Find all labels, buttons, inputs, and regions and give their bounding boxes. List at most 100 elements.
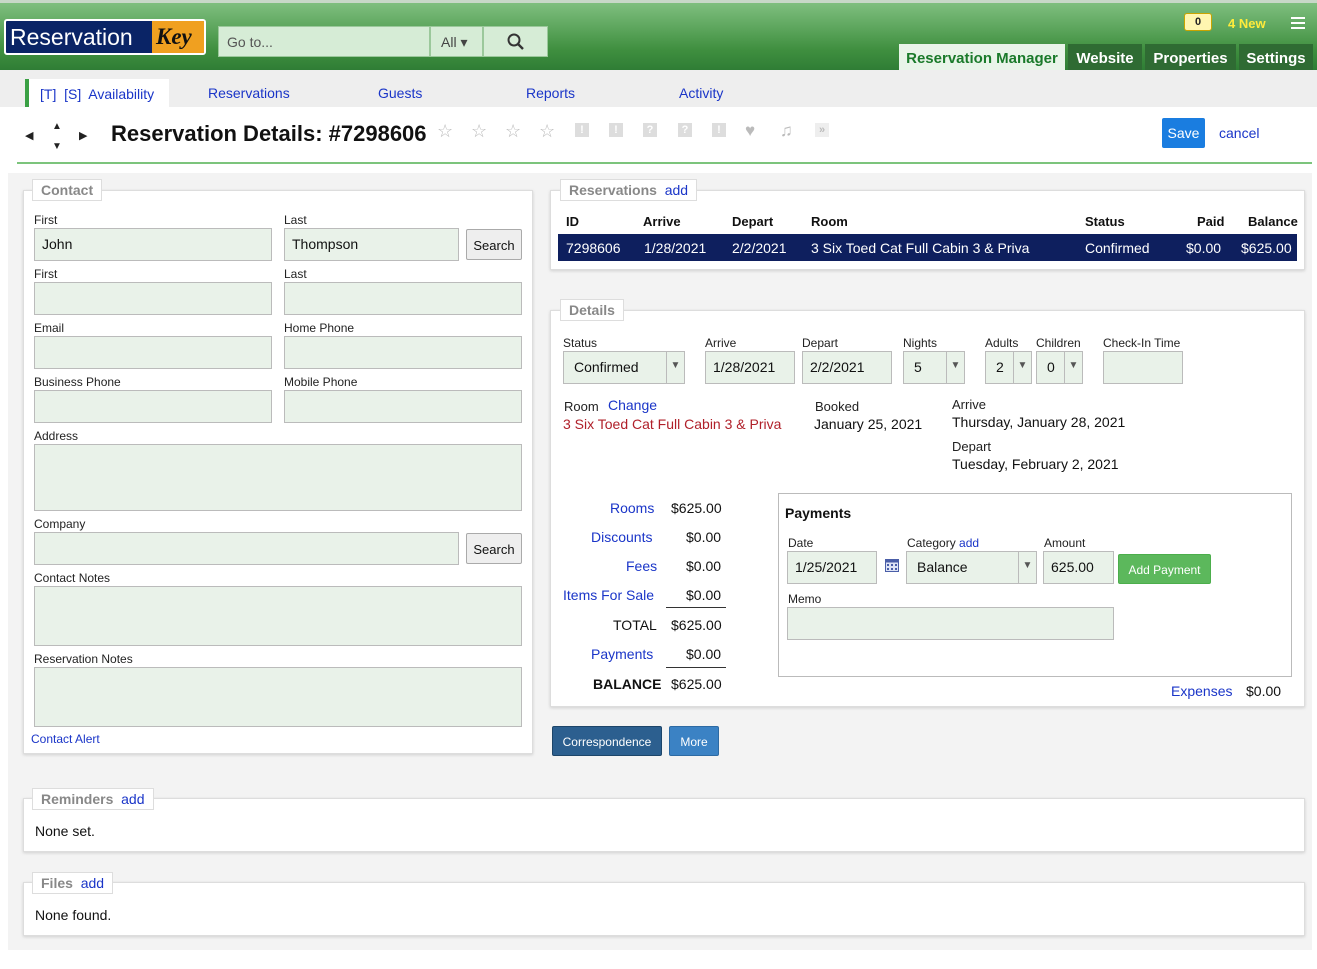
reminders-text: None set.	[35, 823, 95, 839]
calendar-icon[interactable]	[885, 558, 899, 572]
children-select[interactable]: 0 ▼	[1036, 351, 1083, 384]
last-name-input[interactable]: Thompson	[284, 228, 459, 261]
subnav-guests[interactable]: Guests	[378, 85, 422, 101]
down-arrow-icon[interactable]: ▼	[52, 141, 62, 152]
memo-input[interactable]	[787, 607, 1114, 640]
items-for-sale-link[interactable]: Items For Sale	[563, 587, 654, 603]
cell-status: Confirmed	[1085, 240, 1150, 256]
search-button[interactable]	[483, 26, 548, 57]
discounts-link[interactable]: Discounts	[591, 529, 652, 545]
subnav-reservations[interactable]: Reservations	[208, 85, 290, 101]
first-name2-input[interactable]	[34, 282, 272, 315]
forward-icon[interactable]: »	[815, 123, 829, 137]
fees-link[interactable]: Fees	[626, 558, 657, 574]
goto-input[interactable]: Go to...	[218, 26, 430, 57]
star-icon[interactable]: ☆	[539, 121, 555, 142]
tab-settings[interactable]: Settings	[1239, 44, 1313, 73]
last-name2-input[interactable]	[284, 282, 522, 315]
contact-notes-label: Contact Notes	[34, 571, 111, 585]
depart-long-label: Depart	[952, 439, 992, 454]
notification-icon[interactable]: 0	[1184, 13, 1212, 31]
depart-input[interactable]: 2/2/2021	[802, 351, 892, 384]
category-select[interactable]: Balance ▼	[906, 551, 1037, 584]
music-icon[interactable]: ♫	[780, 121, 793, 141]
new-count-link[interactable]: 4 New	[1228, 16, 1266, 31]
adults-select[interactable]: 2 ▼	[985, 351, 1032, 384]
payment-date-input[interactable]: 1/25/2021	[787, 551, 877, 584]
subnav-availability[interactable]: [T] [S] Availability	[40, 86, 154, 102]
col-balance: Balance	[1248, 214, 1298, 229]
save-button[interactable]: Save	[1162, 118, 1205, 148]
tab-reservation-manager[interactable]: Reservation Manager	[899, 44, 1065, 73]
star-icon[interactable]: ☆	[437, 121, 453, 142]
contact-search-button[interactable]: Search	[466, 229, 522, 260]
arrive-label: Arrive	[705, 336, 737, 350]
contact-notes-textarea[interactable]	[34, 586, 522, 646]
room-change-link[interactable]: Change	[608, 397, 657, 413]
mobile-phone-label: Mobile Phone	[284, 375, 358, 389]
question-icon[interactable]: ?	[678, 123, 692, 137]
alert-icon[interactable]: !	[575, 123, 589, 137]
correspondence-button[interactable]: Correspondence	[552, 726, 662, 756]
tab-website[interactable]: Website	[1068, 44, 1142, 73]
first-name-input[interactable]: John	[34, 228, 272, 261]
scope-dropdown[interactable]: All ▾	[430, 26, 483, 57]
reservation-notes-textarea[interactable]	[34, 667, 522, 727]
table-row[interactable]: 7298606 1/28/2021 2/2/2021 3 Six Toed Ca…	[558, 234, 1297, 261]
reservations-add-link[interactable]: add	[665, 182, 688, 198]
nights-select[interactable]: 5 ▼	[903, 351, 965, 384]
col-status: Status	[1085, 214, 1125, 229]
amount-input[interactable]: 625.00	[1043, 551, 1114, 584]
menu-icon[interactable]	[1291, 17, 1305, 29]
logo[interactable]: Reservation Key	[4, 19, 206, 55]
star-icon[interactable]: ☆	[471, 121, 487, 142]
files-add-link[interactable]: add	[81, 875, 104, 891]
page-title: Reservation Details: #7298606	[111, 121, 427, 146]
discounts-amount: $0.00	[686, 529, 722, 545]
tab-properties[interactable]: Properties	[1145, 44, 1236, 73]
email-input[interactable]	[34, 336, 272, 369]
payments-link[interactable]: Payments	[591, 646, 653, 662]
sub-nav: [T] [S] Availability Reservations Guests…	[0, 70, 1317, 107]
star-icon[interactable]: ☆	[505, 121, 521, 142]
alert-icon[interactable]: !	[712, 123, 726, 137]
expenses-link[interactable]: Expenses	[1171, 683, 1232, 699]
cancel-link[interactable]: cancel	[1219, 125, 1259, 141]
category-add-link[interactable]: add	[959, 536, 979, 550]
business-phone-label: Business Phone	[34, 375, 121, 389]
add-payment-button[interactable]: Add Payment	[1118, 554, 1211, 584]
home-phone-input[interactable]	[284, 336, 522, 369]
reservations-legend: Reservations add	[560, 179, 698, 201]
chevron-down-icon: ▼	[1018, 552, 1036, 583]
subnav-activity[interactable]: Activity	[679, 85, 723, 101]
contact-alert-link[interactable]: Contact Alert	[31, 732, 100, 746]
more-button[interactable]: More	[669, 726, 719, 756]
company-search-button[interactable]: Search	[466, 533, 522, 564]
next-arrow-icon[interactable]: ▶	[79, 129, 87, 142]
status-select[interactable]: Confirmed ▼	[563, 351, 685, 384]
address-label: Address	[34, 429, 79, 443]
subnav-reports[interactable]: Reports	[526, 85, 575, 101]
rooms-link[interactable]: Rooms	[610, 500, 654, 516]
business-phone-input[interactable]	[34, 390, 272, 423]
alert-icon[interactable]: !	[609, 123, 623, 137]
memo-label: Memo	[788, 592, 822, 606]
cell-arrive: 1/28/2021	[644, 240, 707, 256]
checkin-input[interactable]	[1103, 351, 1183, 384]
address-textarea[interactable]	[34, 444, 522, 511]
depart-long-value: Tuesday, February 2, 2021	[952, 456, 1119, 472]
details-legend: Details	[560, 299, 624, 321]
question-icon[interactable]: ?	[643, 123, 657, 137]
prev-arrow-icon[interactable]: ◀	[25, 129, 33, 142]
cell-id: 7298606	[566, 240, 621, 256]
arrive-long-label: Arrive	[952, 397, 986, 412]
mobile-phone-input[interactable]	[284, 390, 522, 423]
company-input[interactable]	[34, 532, 459, 565]
heart-icon[interactable]: ♥	[745, 121, 755, 141]
arrive-input[interactable]: 1/28/2021	[705, 351, 795, 384]
reminders-add-link[interactable]: add	[121, 791, 144, 807]
last2-label: Last	[284, 267, 307, 281]
company-label: Company	[34, 517, 86, 531]
up-arrow-icon[interactable]: ▲	[52, 121, 62, 132]
title-divider	[17, 162, 1312, 164]
